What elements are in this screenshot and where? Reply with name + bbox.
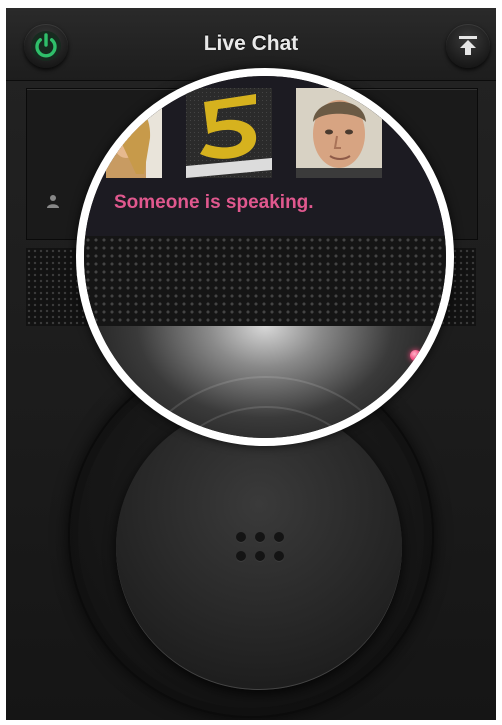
push-to-talk-button[interactable] bbox=[116, 404, 402, 690]
speaking-status: Someone is speaking. bbox=[114, 192, 314, 213]
page-title: Live Chat bbox=[203, 32, 299, 55]
grip-dots-icon bbox=[236, 532, 284, 562]
participant-avatar[interactable] bbox=[186, 88, 272, 178]
magnifier-callout: Someone is speaking. bbox=[76, 68, 454, 446]
speaking-indicator-light bbox=[410, 350, 421, 361]
upload-button[interactable] bbox=[446, 24, 490, 68]
participant-avatar[interactable] bbox=[106, 88, 162, 178]
speaker-grille-magnified bbox=[84, 236, 446, 326]
talk-dial-magnified bbox=[84, 326, 446, 438]
upload-icon bbox=[459, 36, 477, 55]
participant-strip: Someone is speaking. bbox=[84, 76, 446, 236]
person-icon bbox=[47, 195, 59, 208]
participant-avatar[interactable] bbox=[296, 88, 382, 178]
app-screen: Live Chat Someone is speaking. bbox=[6, 8, 496, 720]
